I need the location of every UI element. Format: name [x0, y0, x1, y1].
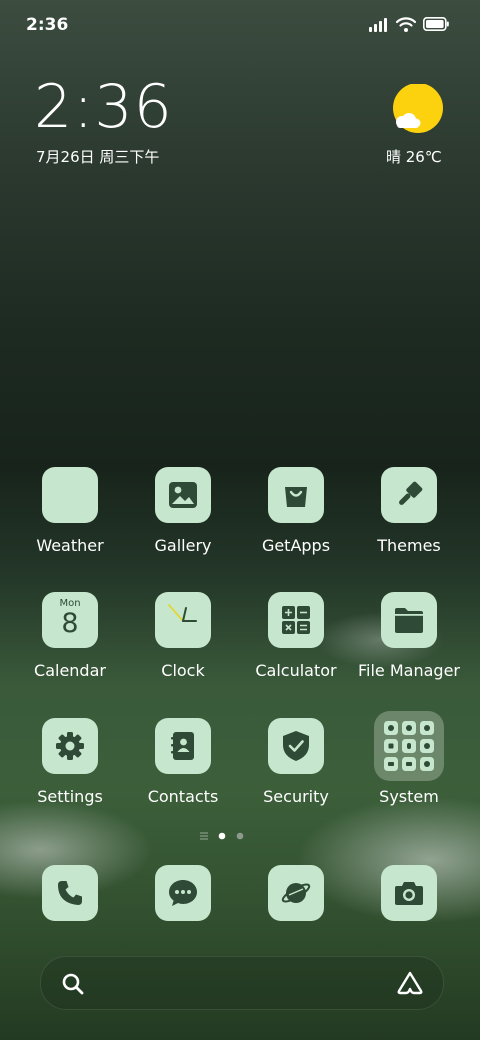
- app-themes[interactable]: Themes: [354, 467, 464, 567]
- wifi-icon: [396, 17, 416, 32]
- app-label: Settings: [37, 787, 103, 806]
- calculator-icon: [268, 592, 324, 648]
- status-time: 2:36: [26, 15, 69, 35]
- shopping-bag-icon: [268, 467, 324, 523]
- app-label: Clock: [161, 661, 205, 680]
- app-label: Security: [263, 787, 329, 806]
- pager-dot: [236, 832, 244, 840]
- weather-icon: [42, 467, 98, 523]
- search-bar[interactable]: [40, 956, 444, 1010]
- clock-icon: [155, 592, 211, 648]
- app-label: System: [379, 787, 439, 806]
- app-file-manager[interactable]: File Manager: [354, 592, 464, 692]
- pager-dot-active: [218, 832, 226, 840]
- gear-icon: [42, 718, 98, 774]
- assistant-icon[interactable]: [396, 970, 424, 996]
- app-weather[interactable]: Weather: [15, 467, 125, 567]
- folder-grid-icon: [374, 711, 444, 781]
- paintbrush-icon: [381, 467, 437, 523]
- dock-messages[interactable]: [128, 865, 238, 965]
- dock-phone[interactable]: [15, 865, 125, 965]
- calendar-date: 8: [61, 608, 79, 639]
- app-label: Calculator: [255, 661, 337, 680]
- phone-icon: [42, 865, 98, 921]
- shield-check-icon: [268, 718, 324, 774]
- battery-icon: [423, 17, 449, 31]
- signal-icon: [369, 18, 391, 32]
- app-label: Weather: [36, 536, 104, 555]
- sun-partly-cloudy-icon[interactable]: [391, 84, 445, 134]
- pager-list-icon: [200, 832, 208, 840]
- app-label: GetApps: [261, 536, 331, 555]
- app-security[interactable]: Security: [241, 718, 351, 818]
- dock-camera[interactable]: [354, 865, 464, 965]
- app-gallery[interactable]: Gallery: [128, 467, 238, 567]
- page-indicator[interactable]: [0, 830, 480, 842]
- contacts-book-icon: [155, 718, 211, 774]
- app-label: File Manager: [358, 661, 460, 680]
- app-label: Contacts: [147, 787, 219, 806]
- calendar-icon: Mon 8: [42, 592, 98, 648]
- app-calculator[interactable]: Calculator: [241, 592, 351, 692]
- message-icon: [155, 865, 211, 921]
- app-contacts[interactable]: Contacts: [128, 718, 238, 818]
- search-icon[interactable]: [61, 972, 85, 996]
- camera-icon: [381, 865, 437, 921]
- app-system-folder[interactable]: System: [354, 711, 464, 818]
- app-clock[interactable]: Clock: [128, 592, 238, 692]
- app-label: Themes: [377, 536, 441, 555]
- app-getapps[interactable]: GetApps: [241, 467, 351, 567]
- app-calendar[interactable]: Mon 8 Calendar: [15, 592, 125, 692]
- clock-widget-date[interactable]: 7月26日 周三下午: [36, 146, 159, 167]
- browser-planet-icon: [268, 865, 324, 921]
- gallery-icon: [155, 467, 211, 523]
- folder-icon: [381, 592, 437, 648]
- clock-widget-time[interactable]: 2:36: [34, 72, 173, 142]
- app-settings[interactable]: Settings: [15, 718, 125, 818]
- weather-widget-text[interactable]: 晴 26℃: [386, 146, 442, 167]
- status-bar: 2:36: [0, 0, 480, 52]
- dock-browser[interactable]: [241, 865, 351, 965]
- app-label: Gallery: [154, 536, 212, 555]
- app-label: Calendar: [34, 661, 106, 680]
